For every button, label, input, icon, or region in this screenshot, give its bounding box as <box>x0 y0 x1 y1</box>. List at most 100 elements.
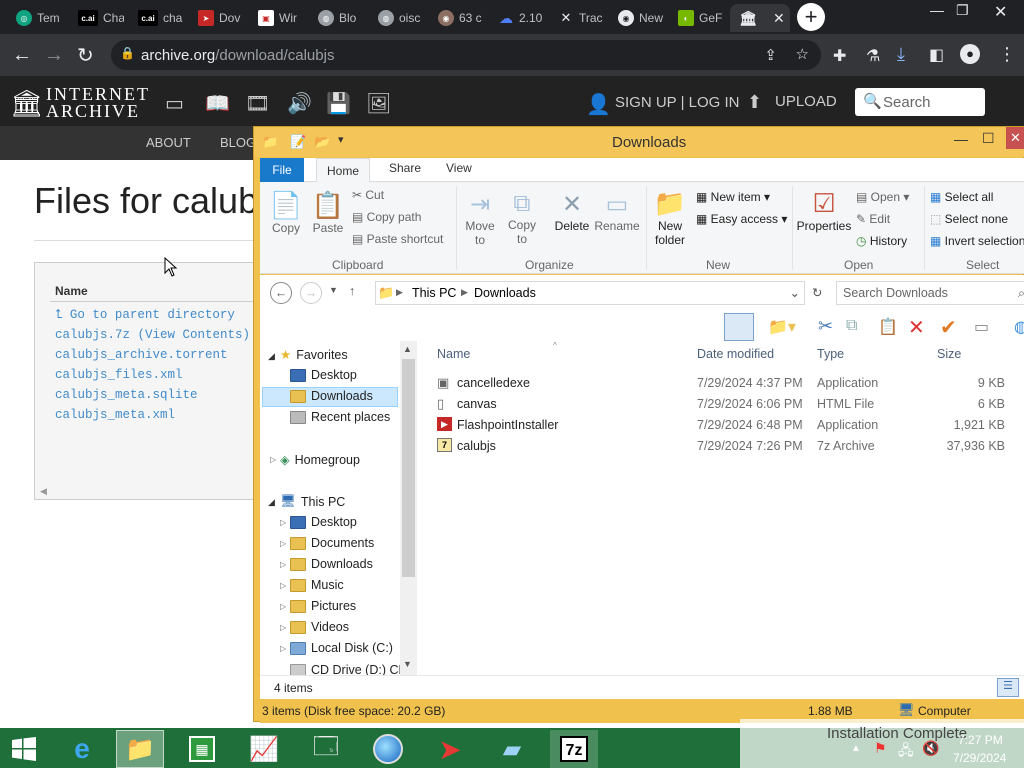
column-size[interactable]: Size <box>937 347 961 361</box>
invert-selection-button[interactable]: ▦ Invert selection <box>930 234 1024 248</box>
minimize-icon[interactable]: — <box>930 2 944 18</box>
7zip-taskbar-icon[interactable]: 7z <box>550 730 598 768</box>
browser-tab[interactable]: ☁ 2.10 <box>488 4 544 32</box>
browser-tab[interactable]: c.ai cha <box>128 4 184 32</box>
expand-arrow-icon[interactable]: ▷ <box>280 602 286 611</box>
expand-arrow-icon[interactable]: ▷ <box>280 539 286 548</box>
forward-icon[interactable]: → <box>300 282 322 304</box>
extensions-icon[interactable]: ✚ <box>833 46 846 66</box>
rename-button[interactable]: ▭ Rename <box>594 190 640 233</box>
file-link[interactable]: calubjs.7z (View Contents) <box>55 328 250 342</box>
web-icon[interactable]: ▭ <box>165 91 184 116</box>
nav-pc-music[interactable]: Music <box>290 578 344 592</box>
breadcrumb-this-pc[interactable]: This PC <box>412 286 456 300</box>
address-bar[interactable]: 🔒 archive.org/download/calubjs ⇪ ☆ <box>111 40 821 70</box>
nav-fav-desktop[interactable]: Desktop <box>290 368 357 382</box>
edit-button[interactable]: ✎ Edit <box>856 212 890 226</box>
history-button[interactable]: ◷ History <box>856 234 907 248</box>
browser-tab[interactable]: ◎ Tem <box>6 4 62 32</box>
expand-arrow-icon[interactable]: ▷ <box>280 623 286 632</box>
expand-arrow-icon[interactable]: ▷ <box>280 560 286 569</box>
column-date-modified[interactable]: Date modified <box>697 347 774 361</box>
browser-tab[interactable]: ➤ Dov <box>188 4 244 32</box>
nav-pc-pictures[interactable]: Pictures <box>290 599 356 613</box>
properties-icon[interactable]: ▭ <box>974 317 989 337</box>
scroll-down-icon[interactable]: ▼ <box>403 659 412 669</box>
globe-icon[interactable]: ◍ <box>1014 317 1024 337</box>
easy-access-button[interactable]: ▦ Easy access ▾ <box>696 212 787 226</box>
open-button[interactable]: ▤ Open ▾ <box>856 190 909 204</box>
parent-directory-link[interactable]: ⮤ Go to parent directory <box>55 308 235 322</box>
back-icon[interactable]: ← <box>270 282 292 304</box>
tab-share[interactable]: Share <box>389 161 421 175</box>
new-item-button[interactable]: ▦ New item ▾ <box>696 190 770 204</box>
scroll-up-icon[interactable]: ▲ <box>403 344 412 354</box>
back-arrow-icon[interactable]: ← <box>12 44 32 67</box>
browser-tab[interactable]: ▣ Wir <box>248 4 304 32</box>
select-all-button[interactable]: ▦ Select all <box>930 190 993 204</box>
details-view-icon[interactable]: ☰ <box>997 678 1019 697</box>
cut-button[interactable]: ✂ Cut <box>352 188 384 202</box>
expand-arrow-icon[interactable]: ◢ <box>268 497 275 508</box>
properties-quick-icon[interactable]: 📝 <box>290 134 306 150</box>
file-explorer-taskbar-icon[interactable]: 📁 <box>116 730 164 768</box>
close-tab-icon[interactable]: ✕ <box>773 10 785 27</box>
column-name[interactable]: Name <box>437 347 470 361</box>
expand-arrow-icon[interactable]: ▷ <box>280 644 286 653</box>
browser-tab[interactable]: ◐ GeF <box>668 4 724 32</box>
audio-speaker-icon[interactable]: 🔊 <box>287 91 312 116</box>
new-tab-button[interactable]: + <box>797 3 825 31</box>
clock-time[interactable]: 7:27 PM <box>958 733 1003 747</box>
lab-flask-icon[interactable]: ⚗ <box>866 46 880 66</box>
preview-pane-icon[interactable] <box>724 313 754 341</box>
recent-locations-chevron-icon[interactable]: ▼ <box>329 285 338 295</box>
select-none-button[interactable]: ⬚ Select none <box>930 212 1008 226</box>
side-panel-icon[interactable]: ◧ <box>929 45 944 65</box>
copy-to-button[interactable]: ⧉ Copy to <box>502 190 542 246</box>
nav-homegroup[interactable]: ◈ Homegroup <box>280 452 360 468</box>
nav-this-pc[interactable]: 🖥 This PC <box>280 494 345 509</box>
up-icon[interactable]: ↑ <box>349 284 355 298</box>
file-row[interactable]: 7 calubjs 7/29/2024 7:26 PM 7z Archive 3… <box>417 436 1024 457</box>
quick-access-dropdown-icon[interactable]: ▾ <box>338 133 344 146</box>
nav-favorites[interactable]: ★ Favorites <box>280 347 348 363</box>
browser-tab[interactable]: ◉ New <box>608 4 664 32</box>
copy-button[interactable]: 📄 Copy <box>268 190 304 235</box>
forward-arrow-icon[interactable]: → <box>44 44 64 67</box>
paste-icon[interactable]: 📋 <box>878 317 898 337</box>
expand-arrow-icon[interactable]: ▷ <box>270 455 276 464</box>
browser-tab[interactable]: ◉ 63 c <box>428 4 484 32</box>
maximize-icon[interactable]: ☐ <box>982 130 995 147</box>
paste-shortcut-button[interactable]: ▤ Paste shortcut <box>352 232 443 246</box>
tab-file[interactable]: File <box>260 158 304 182</box>
nav-pc-downloads[interactable]: Downloads <box>290 557 373 571</box>
scroll-thumb[interactable] <box>402 359 415 577</box>
internet-explorer-icon[interactable]: e <box>58 730 106 768</box>
checkmark-icon[interactable]: ✔ <box>940 315 957 340</box>
clock-date[interactable]: 7/29/2024 <box>953 751 1006 765</box>
file-link[interactable]: calubjs_meta.sqlite <box>55 388 198 402</box>
media-app-icon[interactable]: 🗔 <box>302 730 350 768</box>
about-link[interactable]: ABOUT <box>146 135 191 150</box>
file-row[interactable]: ▣ cancelledexe 7/29/2024 4:37 PM Applica… <box>417 373 1024 394</box>
browser-tab[interactable]: ✕ Trac <box>548 4 604 32</box>
copy-icon[interactable]: ⧉ <box>846 317 857 335</box>
expand-arrow-icon[interactable]: ▷ <box>280 518 286 527</box>
nav-local-disk[interactable]: Local Disk (C:) <box>290 641 393 655</box>
breadcrumb-downloads[interactable]: Downloads <box>474 286 536 300</box>
software-disk-icon[interactable]: 💾 <box>326 91 351 116</box>
tab-view[interactable]: View <box>446 161 472 175</box>
close-window-icon[interactable]: ✕ <box>994 2 1007 22</box>
new-folder-button[interactable]: 📁 New folder <box>650 188 690 247</box>
flashpoint-taskbar-icon[interactable]: ➤ <box>426 730 474 768</box>
blog-link[interactable]: BLOG <box>220 135 256 150</box>
close-icon[interactable]: ✕ <box>1006 127 1024 149</box>
reload-icon[interactable]: ↻ <box>77 43 94 68</box>
menu-kebab-icon[interactable]: ⋮ <box>998 44 1016 65</box>
scroll-left-icon[interactable]: ◀ <box>40 486 47 497</box>
tablet-app-icon[interactable]: ▰ <box>488 730 536 768</box>
action-center-flag-icon[interactable]: ⚑ <box>874 740 887 757</box>
browser-tab[interactable]: ◍ oisc <box>368 4 424 32</box>
nav-fav-downloads[interactable]: Downloads <box>290 389 373 403</box>
nav-scrollbar[interactable]: ▲ ▼ <box>400 341 417 675</box>
